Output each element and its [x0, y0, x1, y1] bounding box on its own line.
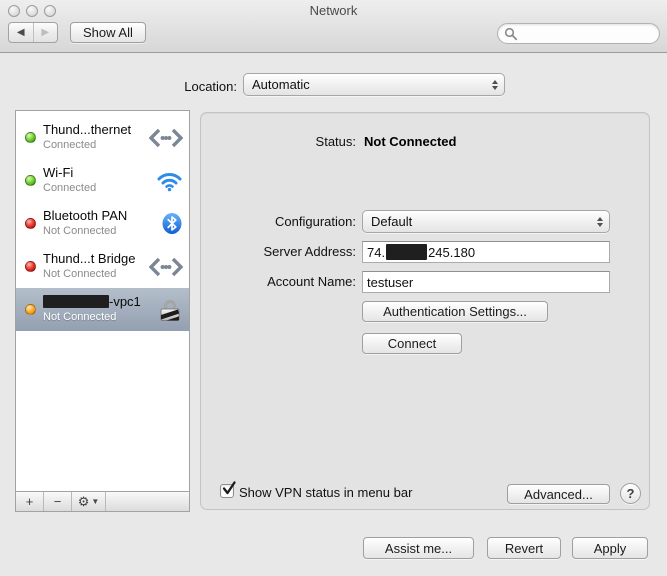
service-name: Thund...thernet — [43, 123, 131, 138]
location-popup[interactable]: Automatic — [243, 73, 505, 96]
show-vpn-status-label: Show VPN status in menu bar — [239, 485, 412, 500]
remove-service-button[interactable]: − — [44, 492, 72, 511]
show-all-button[interactable]: Show All — [70, 22, 146, 43]
service-row-thunderbolt-bridge[interactable]: Thund...t Bridge Not Connected — [16, 245, 189, 288]
back-icon: ◀ — [17, 27, 25, 38]
service-list-toolbar: + − ⚙ ▼ — [16, 491, 189, 511]
show-vpn-status-checkbox[interactable] — [220, 484, 234, 498]
configuration-label: Configuration: — [201, 214, 356, 229]
location-label: Location: — [0, 79, 237, 94]
chevron-down-icon: ▼ — [91, 497, 99, 506]
status-value: Not Connected — [364, 134, 456, 149]
account-name-value: testuser — [367, 275, 413, 290]
title-bar: Network ◀ ▶ Show All — [0, 0, 667, 53]
status-dot-orange — [25, 304, 36, 315]
redaction-box — [386, 244, 427, 260]
search-input[interactable] — [521, 27, 651, 41]
gear-icon: ⚙ — [78, 495, 90, 508]
back-button[interactable]: ◀ — [9, 23, 34, 42]
service-list-panel: Thund...thernet Connected Wi-Fi Connecte… — [15, 110, 190, 512]
redaction-box — [43, 295, 109, 308]
lock-icon — [157, 297, 183, 322]
forward-button[interactable]: ▶ — [34, 23, 58, 42]
configuration-value: Default — [371, 214, 412, 229]
service-status: Connected — [43, 182, 96, 195]
popup-stepper-icon — [492, 80, 498, 90]
ethernet-icon — [149, 257, 183, 277]
service-row-bluetooth-pan[interactable]: Bluetooth PAN Not Connected — [16, 202, 189, 245]
search-icon — [504, 27, 518, 41]
account-name-label: Account Name: — [201, 274, 356, 289]
configuration-popup[interactable]: Default — [362, 210, 610, 233]
connect-button[interactable]: Connect — [362, 333, 462, 354]
server-address-field[interactable]: 74. 245.180 — [362, 241, 610, 263]
popup-stepper-icon — [597, 217, 603, 227]
status-dot-red — [25, 218, 36, 229]
ethernet-icon — [149, 128, 183, 148]
help-button[interactable]: ? — [620, 483, 641, 504]
service-row-vpn-selected[interactable]: -vpc1 Not Connected — [16, 288, 189, 331]
assist-me-button[interactable]: Assist me... — [363, 537, 474, 559]
service-name: Wi-Fi — [43, 166, 96, 181]
revert-button[interactable]: Revert — [487, 537, 561, 559]
status-label: Status: — [201, 134, 356, 149]
service-status: Not Connected — [43, 268, 136, 281]
status-dot-red — [25, 261, 36, 272]
status-dot-green — [25, 132, 36, 143]
add-service-button[interactable]: + — [16, 492, 44, 511]
detail-pane: Status: Not Connected Configuration: Def… — [200, 112, 650, 510]
service-name: Bluetooth PAN — [43, 209, 127, 224]
service-actions-button[interactable]: ⚙ ▼ — [72, 492, 106, 511]
bluetooth-icon — [161, 212, 183, 235]
status-dot-green — [25, 175, 36, 186]
server-address-label: Server Address: — [201, 244, 356, 259]
service-list: Thund...thernet Connected Wi-Fi Connecte… — [16, 111, 189, 491]
service-name: Thund...t Bridge — [43, 252, 136, 267]
location-value: Automatic — [252, 77, 310, 92]
nav-segmented-control: ◀ ▶ — [8, 22, 58, 43]
server-address-prefix: 74. — [367, 245, 385, 260]
service-status: Connected — [43, 139, 131, 152]
service-status: Not Connected — [43, 311, 141, 324]
authentication-settings-button[interactable]: Authentication Settings... — [362, 301, 548, 322]
apply-button[interactable]: Apply — [572, 537, 648, 559]
window-title: Network — [0, 3, 667, 18]
service-row-thunderbolt-ethernet[interactable]: Thund...thernet Connected — [16, 116, 189, 159]
service-status: Not Connected — [43, 225, 127, 238]
service-row-wifi[interactable]: Wi-Fi Connected — [16, 159, 189, 202]
search-field[interactable] — [497, 23, 660, 44]
service-name: -vpc1 — [43, 295, 141, 310]
forward-icon: ▶ — [41, 27, 49, 38]
account-name-field[interactable]: testuser — [362, 271, 610, 293]
advanced-button[interactable]: Advanced... — [507, 484, 610, 504]
checkmark-icon — [222, 481, 236, 495]
wifi-icon — [156, 170, 183, 192]
server-address-suffix: 245.180 — [428, 245, 475, 260]
